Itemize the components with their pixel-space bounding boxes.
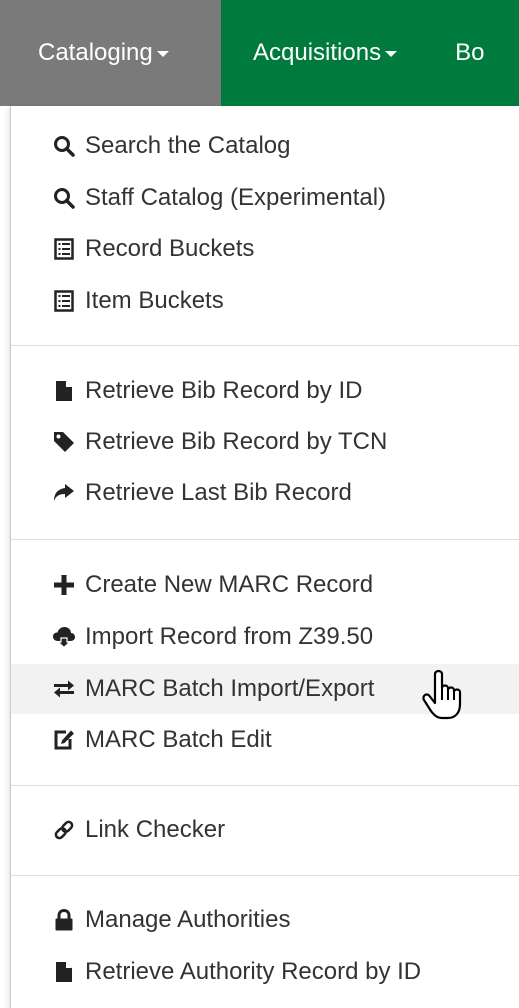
menu-divider xyxy=(11,539,519,540)
tag-icon xyxy=(51,429,77,455)
menu-item-label: Link Checker xyxy=(85,816,226,843)
menu-item-label: Retrieve Authority Record by ID xyxy=(85,958,422,985)
file-icon xyxy=(51,378,77,404)
edit-icon xyxy=(51,727,77,753)
caret-down-icon xyxy=(385,51,398,57)
menu-item-label: Manage Authorities xyxy=(85,906,291,933)
menu-item-record-buckets[interactable]: Record Buckets xyxy=(11,224,519,274)
menu-divider xyxy=(11,875,519,876)
hand-pointer-cursor-icon xyxy=(420,669,464,722)
menu-item-retrieve-authority-by-id[interactable]: Retrieve Authority Record by ID xyxy=(11,947,519,997)
menu-item-label: Import Record from Z39.50 xyxy=(85,623,374,650)
menu-item-label: Staff Catalog (Experimental) xyxy=(85,184,387,211)
menu-item-staff-catalog[interactable]: Staff Catalog (Experimental) xyxy=(11,173,519,223)
nav-menu-label: Bo xyxy=(455,39,485,66)
file-icon xyxy=(51,959,77,985)
menu-divider xyxy=(11,345,519,346)
nav-menu-truncated[interactable]: Bo xyxy=(427,0,484,106)
menu-item-label: Search the Catalog xyxy=(85,132,291,159)
plus-icon xyxy=(51,572,77,598)
nav-menu-acquisitions[interactable]: Acquisitions xyxy=(221,0,427,106)
menu-item-retrieve-bib-by-tcn[interactable]: Retrieve Bib Record by TCN xyxy=(11,417,519,467)
transfer-icon xyxy=(51,676,77,702)
menu-item-import-z3950[interactable]: Import Record from Z39.50 xyxy=(11,612,519,662)
menu-item-label: Record Buckets xyxy=(85,235,255,262)
menu-item-search-catalog[interactable]: Search the Catalog xyxy=(11,121,519,171)
menu-item-label: Retrieve Bib Record by ID xyxy=(85,377,363,404)
lock-icon xyxy=(51,907,77,933)
menu-item-retrieve-last-bib[interactable]: Retrieve Last Bib Record xyxy=(11,468,519,518)
menu-item-label: MARC Batch Edit xyxy=(85,726,272,753)
nav-menu-cataloging[interactable]: Cataloging xyxy=(0,0,221,106)
link-icon xyxy=(51,817,77,843)
menu-item-marc-batch-edit[interactable]: MARC Batch Edit xyxy=(11,715,519,765)
menu-item-label: Retrieve Last Bib Record xyxy=(85,479,352,506)
menu-item-retrieve-bib-by-id[interactable]: Retrieve Bib Record by ID xyxy=(11,366,519,416)
menu-divider xyxy=(11,785,519,786)
caret-down-icon xyxy=(156,51,169,57)
nav-menu-label: Cataloging xyxy=(38,39,153,66)
top-navbar: Cataloging Acquisitions Bo xyxy=(0,0,519,106)
menu-item-item-buckets[interactable]: Item Buckets xyxy=(11,276,519,326)
menu-item-label: Item Buckets xyxy=(85,287,224,314)
menu-item-label: MARC Batch Import/Export xyxy=(85,675,375,702)
menu-item-link-checker[interactable]: Link Checker xyxy=(11,805,519,855)
menu-item-label: Create New MARC Record xyxy=(85,571,374,598)
cataloging-dropdown-menu: Search the Catalog Staff Catalog (Experi… xyxy=(10,106,519,1008)
share-arrow-icon xyxy=(51,480,77,506)
menu-item-create-marc[interactable]: Create New MARC Record xyxy=(11,560,519,610)
list-alt-icon xyxy=(51,236,77,262)
cloud-download-icon xyxy=(51,624,77,650)
nav-menu-label: Acquisitions xyxy=(253,39,382,66)
menu-item-manage-authorities[interactable]: Manage Authorities xyxy=(11,895,519,945)
search-icon xyxy=(51,133,77,159)
list-alt-icon xyxy=(51,288,77,314)
menu-item-label: Retrieve Bib Record by TCN xyxy=(85,428,388,455)
search-icon xyxy=(51,185,77,211)
